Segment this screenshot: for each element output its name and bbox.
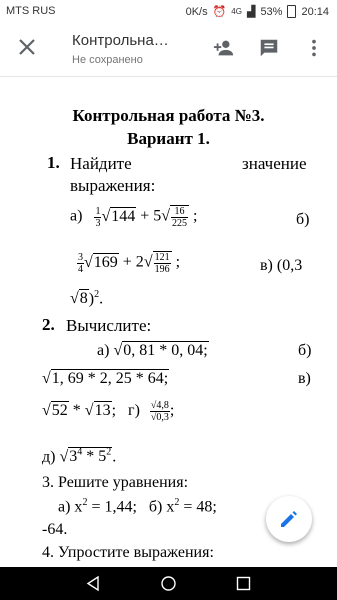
sqrt-3pow4-5pow2: √34 * 52 <box>59 447 113 466</box>
network-speed: 0K/s <box>185 5 208 18</box>
task-1-word-2: значение <box>242 154 307 173</box>
add-person-icon[interactable] <box>213 37 235 59</box>
task-2-number: 2. <box>42 315 55 334</box>
battery-icon <box>287 5 297 18</box>
status-bar: MTS RUS 0K/s ⏰ 4G ▟ 53% 20:14 <box>0 0 337 22</box>
sqrt-0.81-0.04: √0, 81 * 0, 04; <box>113 341 209 359</box>
plus-2: + 2 <box>122 253 144 271</box>
fraction-sqrt-4.8-sqrt-0.3: √4,8 √0,3 <box>149 400 170 423</box>
doc-variant: Вариант 1. <box>127 129 210 148</box>
signal-icon: ▟ <box>246 6 256 18</box>
expression-2d: д) √34 * 52. <box>42 447 117 466</box>
document-body[interactable]: Контрольная работа №3. Вариант 1. 1. Най… <box>0 77 337 567</box>
label-2g: г) <box>128 402 140 420</box>
expression-2a: а) √0, 81 * 0, 04; <box>97 341 209 359</box>
more-options-icon[interactable] <box>303 37 325 59</box>
expression-1b: 3 4 √169 + 2√ 121 196 ; <box>77 251 181 275</box>
label-2b: б) <box>298 342 312 359</box>
expression-1v-cont: √8)2. <box>70 289 104 308</box>
clock: 20:14 <box>301 5 329 18</box>
fraction-3-4: 3 4 <box>77 251 84 275</box>
document-title: Контрольна… <box>72 32 169 49</box>
expression-1a: а) 1 3 √144 + 5√ 16 225 ; <box>70 205 198 229</box>
carrier-label: MTS RUS <box>6 5 56 17</box>
system-nav-bar <box>0 567 337 600</box>
task-2-text: Вычислите: <box>66 316 152 335</box>
status-icons: 0K/s ⏰ 4G ▟ 53% 20:14 <box>186 5 329 18</box>
fraction-1-3: 1 3 <box>94 205 102 229</box>
label-2v: в) <box>298 370 311 387</box>
task-1-word-3: выражения: <box>70 176 156 195</box>
doc-title: Контрольная работа №3. <box>72 106 265 125</box>
network-type: 4G <box>231 7 242 16</box>
back-icon[interactable] <box>85 575 102 592</box>
battery-level: 53% <box>260 5 283 18</box>
home-icon[interactable] <box>160 575 177 592</box>
edit-button[interactable] <box>266 496 312 542</box>
save-status: Не сохранено <box>72 54 143 66</box>
task-1-number: 1. <box>47 153 60 172</box>
expression-1v: в) (0,3 <box>260 257 303 274</box>
sqrt-13: √13 <box>84 401 112 420</box>
close-icon[interactable] <box>16 36 38 58</box>
task-3-cont: -64. <box>42 521 68 538</box>
comment-icon[interactable] <box>258 37 280 59</box>
sqrt-8: √8 <box>70 289 89 308</box>
pencil-icon <box>281 511 297 527</box>
sqrt-1.69-2.25-64: √1, 69 * 2, 25 * 64; <box>42 369 170 387</box>
task-4-heading: 4. Упростите выражения: <box>42 544 214 561</box>
expression-2v: √52 * √13; г) √4,8 √0,3 ; <box>42 400 175 423</box>
task-3-equations: а) x2 = 1,44; б) x2 = 48; <box>58 497 217 516</box>
label-b: б) <box>296 211 310 228</box>
task-1-word-1: Найдите <box>70 154 132 173</box>
label-a: а) <box>70 207 83 225</box>
app-bar: Контрольна… Не сохранено <box>0 22 337 77</box>
sqrt-121-196: √ 121 196 <box>143 251 172 275</box>
expression-2b: √1, 69 * 2, 25 * 64; <box>42 369 170 388</box>
sqrt-52: √52 <box>42 401 69 420</box>
alarm-icon: ⏰ <box>212 6 227 18</box>
sqrt-144: √144 <box>101 206 137 225</box>
task-3-heading: 3. Решите уравнения: <box>42 474 189 491</box>
recents-icon[interactable] <box>235 575 252 592</box>
sqrt-16-225: √ 16 225 <box>161 205 190 229</box>
plus-5: + 5 <box>140 207 162 225</box>
sqrt-169: √169 <box>84 252 119 271</box>
